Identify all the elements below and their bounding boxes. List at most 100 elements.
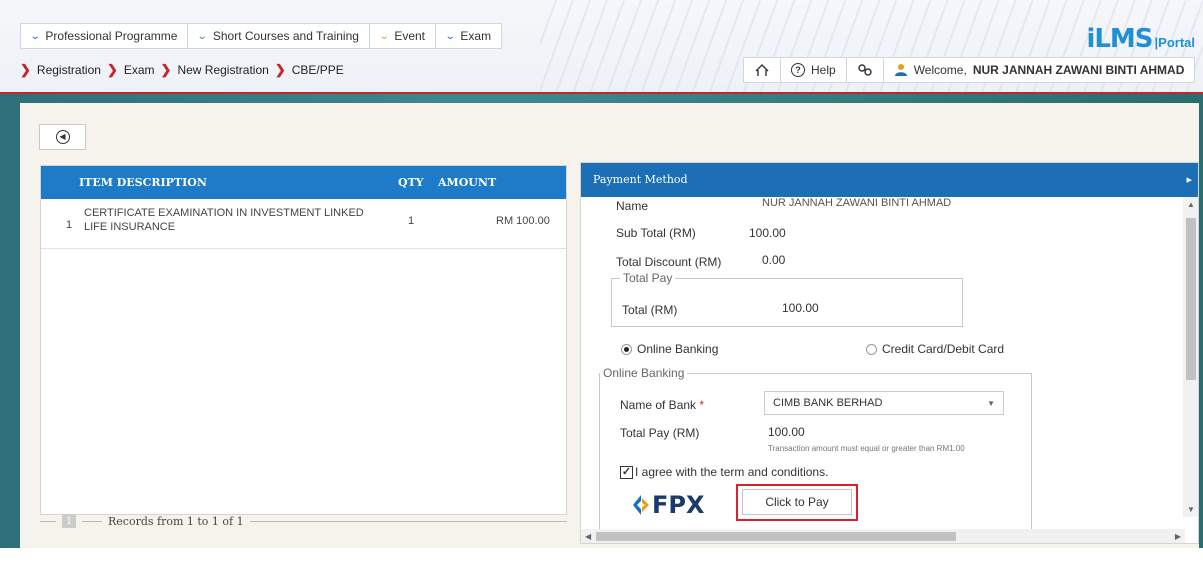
total-pay-legend: Total Pay [620, 271, 676, 285]
user-welcome[interactable]: Welcome, NUR JANNAH ZAWANI BINTI AHMAD [882, 57, 1196, 83]
user-toolbar: ? Help Welcome, NUR JANNAH ZAWANI BINTI … [743, 57, 1196, 83]
vertical-scrollbar[interactable]: ▲ ▼ [1183, 197, 1198, 517]
chevron-down-icon: ⌄ [444, 30, 456, 42]
back-button[interactable]: ◀ [39, 124, 86, 150]
chevron-down-icon: ⌄ [29, 30, 41, 42]
help-button[interactable]: ? Help [780, 57, 846, 83]
pager-divider [82, 520, 102, 522]
horizontal-scrollbar[interactable]: ◀ ▶ [581, 529, 1185, 543]
nav-exam[interactable]: ⌄ Exam [435, 23, 503, 49]
payment-body: Name NUR JANNAH ZAWANI BINTI AHMAD Sub T… [581, 197, 1198, 543]
chevron-down-icon: ⌄ [197, 30, 209, 42]
nav-event[interactable]: ⌄ Event [368, 23, 436, 49]
table-row[interactable]: 1 CERTIFICATE EXAMINATION IN INVESTMENT … [41, 199, 566, 249]
nav-label: Event [394, 29, 426, 43]
row-amount: RM 100.00 [496, 215, 550, 227]
expand-arrow-icon: ▸ [1186, 173, 1192, 186]
horizontal-scroll-thumb[interactable] [596, 532, 956, 541]
bank-select-value: CIMB BANK BERHAD [773, 397, 883, 409]
discount-value: 0.00 [762, 253, 786, 267]
home-icon [755, 64, 769, 76]
breadcrumb-arrow-icon: ❯ [20, 62, 31, 77]
scroll-left-icon[interactable]: ◀ [585, 532, 591, 541]
total-pay-value: 100.00 [768, 425, 805, 439]
pager-divider [40, 520, 56, 522]
discount-label: Total Discount (RM) [616, 255, 722, 269]
name-value: NUR JANNAH ZAWANI BINTI AHMAD [762, 197, 952, 209]
breadcrumb-item[interactable]: New Registration [177, 63, 268, 77]
bank-label-text: Name of Bank [620, 398, 697, 412]
page-number-button[interactable]: 1 [62, 514, 76, 528]
breadcrumb-item[interactable]: CBE/PPE [292, 63, 344, 77]
required-marker: * [699, 398, 705, 412]
scroll-right-icon[interactable]: ▶ [1175, 532, 1181, 541]
breadcrumb-arrow-icon: ❯ [106, 62, 118, 77]
settings-button[interactable] [845, 57, 883, 83]
caret-down-icon: ▼ [987, 398, 995, 408]
main-content: ◀ ITEM DESCRIPTION QTY AMOUNT 1 CERTIFIC… [20, 103, 1199, 548]
online-banking-fieldset: Online Banking Name of Bank * CIMB BANK … [599, 366, 1032, 543]
radio-unselected-icon [866, 343, 877, 355]
row-qty: 1 [408, 215, 415, 227]
breadcrumb-arrow-icon: ❯ [160, 62, 172, 77]
nav-professional-programme[interactable]: ⌄ Professional Programme [20, 23, 188, 49]
row-number: 1 [66, 219, 73, 231]
chevron-down-icon: ⌄ [378, 30, 390, 42]
nav-short-courses[interactable]: ⌄ Short Courses and Training [187, 23, 369, 49]
agree-checkbox[interactable]: ✓ I agree with the term and conditions. [620, 465, 828, 479]
name-label: Name [616, 199, 649, 213]
col-qty[interactable]: QTY [398, 176, 424, 189]
pay-button-highlight [736, 484, 858, 521]
online-banking-legend: Online Banking [600, 366, 688, 380]
items-table: ITEM DESCRIPTION QTY AMOUNT 1 CERTIFICAT… [40, 165, 567, 515]
transaction-note: Transaction amount must equal or greater… [768, 444, 965, 453]
link-icon [857, 64, 872, 76]
items-table-header: ITEM DESCRIPTION QTY AMOUNT [41, 166, 566, 199]
nav-label: Exam [460, 29, 492, 43]
online-banking-radio[interactable]: Online Banking [621, 342, 718, 356]
payment-method-header[interactable]: Payment Method ▸ [581, 163, 1198, 197]
records-info: Records from 1 to 1 of 1 [108, 514, 244, 528]
user-name: NUR JANNAH ZAWANI BINTI AHMAD [972, 63, 1185, 77]
credit-card-radio[interactable]: Credit Card/Debit Card [866, 342, 1004, 356]
fpx-text: FPX [652, 491, 705, 519]
total-pay-label: Total Pay (RM) [620, 426, 700, 440]
pager: 1 Records from 1 to 1 of 1 [40, 510, 567, 532]
fpx-mark-icon [633, 495, 649, 515]
breadcrumb-item[interactable]: Registration [37, 63, 101, 77]
nav-label: Professional Programme [45, 29, 178, 43]
scroll-up-icon[interactable]: ▲ [1187, 200, 1195, 209]
total-label: Total (RM) [622, 303, 678, 317]
subtotal-value: 100.00 [749, 226, 786, 240]
logo-main: iLMS [1086, 24, 1153, 54]
checkbox-checked-icon: ✓ [620, 465, 633, 479]
col-item-description[interactable]: ITEM DESCRIPTION [79, 176, 207, 189]
pager-divider [249, 520, 567, 522]
breadcrumb: ❯ Registration ❯ Exam ❯ New Registration… [20, 62, 344, 78]
bank-select[interactable]: CIMB BANK BERHAD ▼ [764, 391, 1004, 415]
top-header: ⌄ Professional Programme ⌄ Short Courses… [0, 0, 1203, 94]
page-footer-area [0, 548, 1203, 571]
col-amount[interactable]: AMOUNT [438, 176, 496, 189]
payment-method-panel: Payment Method ▸ Name NUR JANNAH ZAWANI … [580, 162, 1199, 544]
breadcrumb-item[interactable]: Exam [124, 63, 155, 77]
radio-selected-icon [621, 343, 632, 355]
online-banking-label: Online Banking [637, 342, 719, 356]
logo-portal: |Portal [1154, 35, 1195, 50]
vertical-scroll-thumb[interactable] [1186, 218, 1196, 380]
bank-label: Name of Bank * [620, 398, 704, 412]
main-nav: ⌄ Professional Programme ⌄ Short Courses… [20, 23, 503, 49]
fpx-logo: FPX [632, 491, 705, 519]
scroll-down-icon[interactable]: ▼ [1187, 505, 1195, 514]
help-icon: ? [791, 63, 805, 77]
ilms-portal-logo[interactable]: iLMS |Portal [1086, 24, 1195, 54]
subtotal-label: Sub Total (RM) [616, 226, 696, 240]
agree-label: I agree with the term and conditions. [635, 465, 829, 479]
nav-label: Short Courses and Training [212, 29, 359, 43]
row-description-line1: CERTIFICATE EXAMINATION IN INVESTMENT LI… [84, 207, 364, 219]
user-icon [894, 64, 907, 76]
help-label: Help [811, 63, 836, 77]
welcome-prefix: Welcome, [913, 63, 967, 77]
total-pay-fieldset: Total Pay Total (RM) 100.00 [611, 271, 963, 327]
home-button[interactable] [743, 57, 780, 83]
